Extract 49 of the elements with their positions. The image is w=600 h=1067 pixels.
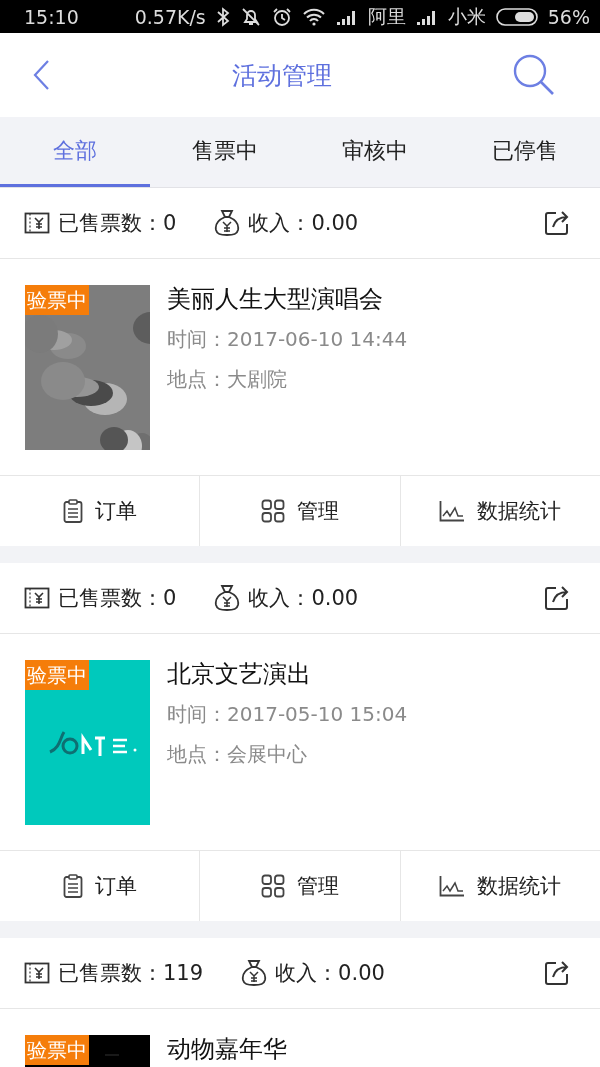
event-place: 地点：大剧院 [167,366,288,393]
tickets-sold: 已售票数：0 [58,210,177,237]
event-time: 时间：2017-05-10 15:04 [167,701,408,728]
status-badge: 验票中 [25,1035,89,1065]
signal-icon [335,8,358,25]
page-title: 活动管理 [232,59,332,92]
line-chart-icon [439,875,466,897]
income: 收入：0.00 [275,960,385,987]
tab[interactable]: 售票中 [150,117,300,187]
money-bag-icon [214,209,241,237]
event-place: 地点：会展中心 [167,741,308,768]
carrier-name: 阿里 [367,3,406,29]
alarm-clock-icon [271,6,292,27]
bluetooth-icon [215,6,230,27]
line-chart-icon [439,500,466,522]
search-icon[interactable] [512,53,556,97]
money-bag-icon [214,584,241,612]
ticket-icon [24,587,50,609]
tab[interactable]: 审核中 [300,117,450,187]
event-title: 美丽人生大型演唱会 [167,285,384,313]
share-icon[interactable] [544,960,570,986]
grid-icon [261,874,285,898]
tickets-sold: 已售票数：119 [58,960,204,987]
income: 收入：0.00 [248,585,359,612]
event-time: 时间：2017-06-10 14:44 [167,326,408,353]
income: 收入：0.00 [248,210,359,237]
ticket-icon [24,212,50,234]
share-icon[interactable] [544,210,570,236]
tab[interactable]: 已停售 [450,117,600,187]
tickets-sold: 已售票数：0 [58,585,177,612]
grid-icon [261,499,285,523]
share-icon[interactable] [544,585,570,611]
status-badge: 验票中 [25,285,89,315]
status-badge: 验票中 [25,660,89,690]
carrier-name: 小米 [447,3,486,29]
network-speed: 0.57K/s [134,5,206,28]
back-icon[interactable] [32,59,52,91]
ticket-icon [24,962,50,984]
muted-bell-icon [239,6,262,27]
signal-icon [415,8,438,25]
clipboard-icon [62,874,83,898]
event-title: 北京文艺演出 [167,660,312,688]
battery-icon [495,7,538,26]
event-title: 动物嘉年华 [167,1035,287,1063]
money-bag-icon [241,959,268,987]
battery-percent: 56% [547,5,590,28]
clipboard-icon [62,499,83,523]
wifi-icon [301,7,326,26]
clock-time: 15:10 [24,5,79,28]
